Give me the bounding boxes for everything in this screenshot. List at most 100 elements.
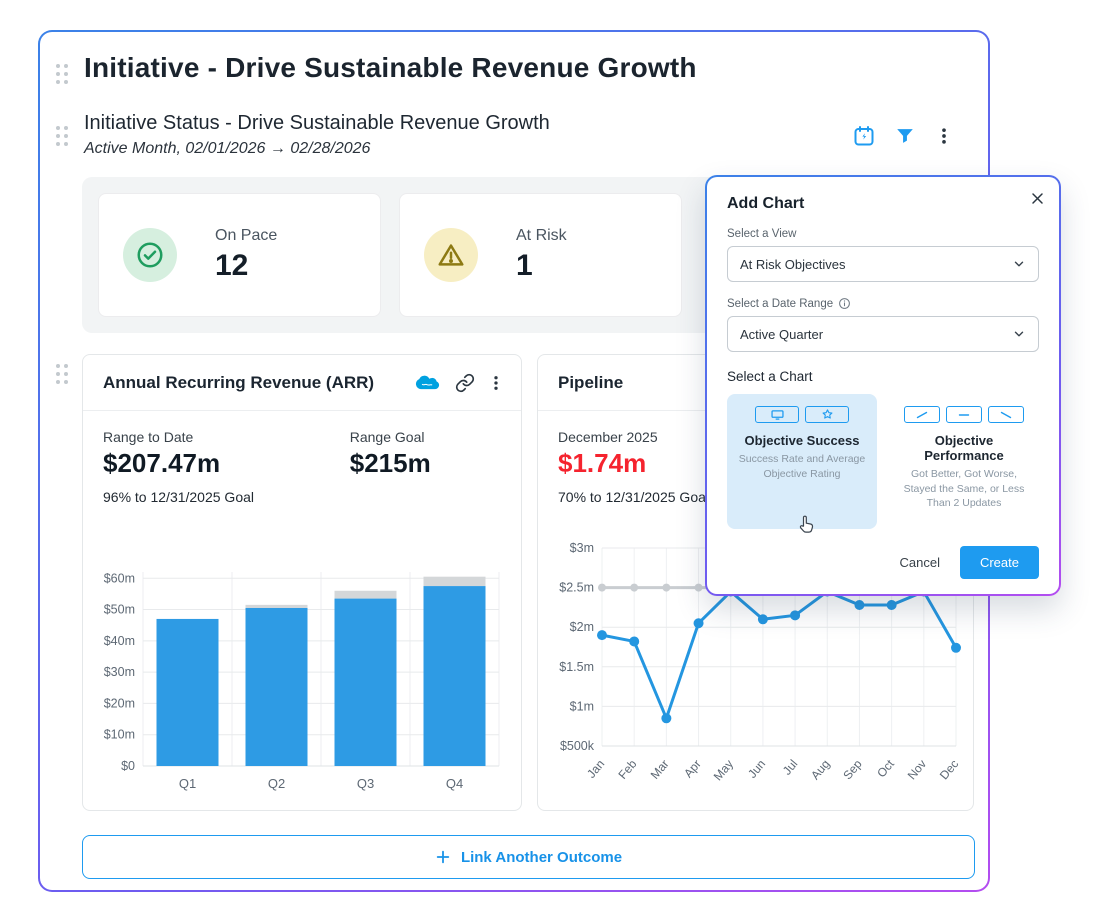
kebab-menu-icon [942, 128, 946, 144]
kebab-menu-icon [494, 375, 498, 390]
svg-text:Q1: Q1 [179, 776, 196, 791]
trend-up-thumb-icon [904, 406, 940, 423]
range-to-date-label: Range to Date [103, 429, 194, 445]
section-toolbar [852, 124, 954, 148]
svg-text:Apr: Apr [681, 757, 704, 780]
arr-link-button[interactable] [455, 373, 475, 393]
add-chart-modal: Add Chart Select a View At Risk Objectiv… [705, 175, 1061, 596]
objective-performance-description: Got Better, Got Worse, Stayed the Same, … [903, 468, 1025, 510]
star-thumb-icon [805, 406, 849, 423]
svg-text:Oct: Oct [874, 756, 897, 780]
chart-option-tiles: Objective Success Success Rate and Avera… [727, 394, 1039, 533]
svg-text:$500k: $500k [560, 739, 595, 753]
svg-text:Aug: Aug [808, 757, 832, 782]
svg-text:$30m: $30m [104, 665, 135, 679]
svg-text:Dec: Dec [937, 757, 961, 782]
select-chart-label: Select a Chart [727, 369, 813, 384]
svg-text:Q4: Q4 [446, 776, 463, 791]
svg-text:Q2: Q2 [268, 776, 285, 791]
svg-text:$3m: $3m [570, 541, 594, 555]
svg-text:$50m: $50m [104, 603, 135, 617]
arr-card-header: Annual Recurring Revenue (ARR) [83, 355, 521, 411]
svg-text:Nov: Nov [905, 757, 929, 782]
svg-text:Mar: Mar [648, 757, 672, 782]
on-pace-check-icon [123, 228, 177, 282]
svg-text:$1.5m: $1.5m [559, 660, 594, 674]
trend-flat-thumb-icon [946, 406, 982, 423]
page-title: Initiative - Drive Sustainable Revenue G… [84, 52, 697, 83]
arr-menu-button[interactable] [487, 373, 505, 393]
objective-performance-title: Objective Performance [924, 433, 1004, 463]
modal-close-button[interactable] [1030, 191, 1045, 206]
objective-success-description: Success Rate and Average Objective Ratin… [738, 453, 866, 480]
chevron-down-icon [1014, 261, 1024, 267]
view-select[interactable]: At Risk Objectives [727, 246, 1039, 282]
svg-text:Jun: Jun [745, 757, 768, 781]
cancel-button[interactable]: Cancel [900, 555, 940, 570]
chevron-down-icon [1014, 331, 1024, 337]
create-button[interactable]: Create [959, 546, 1039, 579]
arr-card: Annual Recurring Revenue (ARR) Range to … [82, 354, 522, 811]
view-field-label: Select a View [727, 228, 797, 240]
drag-handle[interactable] [56, 126, 68, 146]
date-range-field-label: Select a Date Range [727, 297, 1039, 310]
range-goal-value: $215m [349, 448, 431, 478]
svg-text:Sep: Sep [840, 757, 865, 783]
objective-success-thumbnails [735, 406, 869, 423]
svg-text:$2.5m: $2.5m [559, 581, 594, 595]
trend-down-thumb-icon [988, 406, 1024, 423]
date-range-select-value: Active Quarter [740, 326, 824, 342]
view-select-value: At Risk Objectives [740, 256, 846, 272]
info-icon [839, 298, 851, 309]
objective-performance-thumbnails [897, 406, 1031, 423]
svg-text:$0: $0 [121, 759, 135, 773]
svg-text:May: May [711, 757, 736, 783]
status-card-on-pace[interactable]: On Pace 12 [98, 193, 381, 317]
section-menu-button[interactable] [934, 125, 954, 147]
svg-text:Jan: Jan [584, 757, 607, 781]
range-goal-label: Range Goal [349, 429, 425, 445]
section-title: Initiative Status - Drive Sustainable Re… [84, 112, 550, 134]
link-icon [455, 373, 475, 392]
gauge-thumb-icon [755, 406, 799, 423]
link-another-outcome-button[interactable]: Link Another Outcome [82, 835, 975, 879]
svg-text:Feb: Feb [615, 757, 639, 782]
svg-text:$20m: $20m [104, 696, 135, 710]
svg-text:$10m: $10m [104, 728, 135, 742]
close-icon [1032, 193, 1043, 204]
link-another-outcome-label: Link Another Outcome [460, 848, 623, 866]
drag-handle[interactable] [56, 364, 68, 384]
svg-text:Q3: Q3 [357, 776, 374, 791]
date-range-select[interactable]: Active Quarter [727, 316, 1039, 352]
status-count: 1 [516, 249, 533, 282]
plus-icon [436, 850, 450, 864]
drag-handle[interactable] [56, 64, 68, 84]
filter-button[interactable] [894, 125, 916, 147]
chart-option-objective-success[interactable]: Objective Success Success Rate and Avera… [727, 394, 877, 533]
at-risk-warning-icon [424, 228, 478, 282]
objective-success-title: Objective Success [744, 433, 860, 448]
svg-text:$60m: $60m [104, 571, 135, 585]
modal-title: Add Chart [727, 195, 805, 212]
modal-footer: Cancel Create [900, 546, 1039, 579]
arr-stats: Range to Date $207.47m Range Goal $215m … [83, 411, 521, 505]
section-date-range: Active Month, 02/01/2026 → 02/28/2026 [84, 140, 371, 157]
cursor-hand-icon [796, 513, 816, 535]
status-card-at-risk[interactable]: At Risk 1 [399, 193, 682, 317]
status-count: 12 [215, 249, 249, 282]
salesforce-icon [415, 375, 440, 389]
svg-text:$40m: $40m [104, 634, 135, 648]
calendar-icon [854, 126, 874, 146]
arr-card-title: Annual Recurring Revenue (ARR) [103, 372, 375, 392]
calendar-button[interactable] [852, 124, 876, 148]
range-to-date-value: $207.47m [103, 448, 221, 478]
dashboard: Initiative - Drive Sustainable Revenue G… [0, 0, 1120, 910]
chart-option-objective-performance[interactable]: Objective Performance Got Better, Got Wo… [889, 394, 1039, 529]
arr-progress-note: 96% to 12/31/2025 Goal [103, 489, 255, 505]
svg-text:$1m: $1m [570, 699, 594, 713]
status-label: At Risk [516, 227, 567, 244]
svg-text:$2m: $2m [570, 620, 594, 634]
filter-icon [897, 129, 913, 143]
svg-text:Jul: Jul [780, 757, 801, 778]
arr-bar-chart: $0 $10m $20m $30m $40m $50m $60m Q1 Q2 Q3 Q4 [91, 560, 511, 802]
